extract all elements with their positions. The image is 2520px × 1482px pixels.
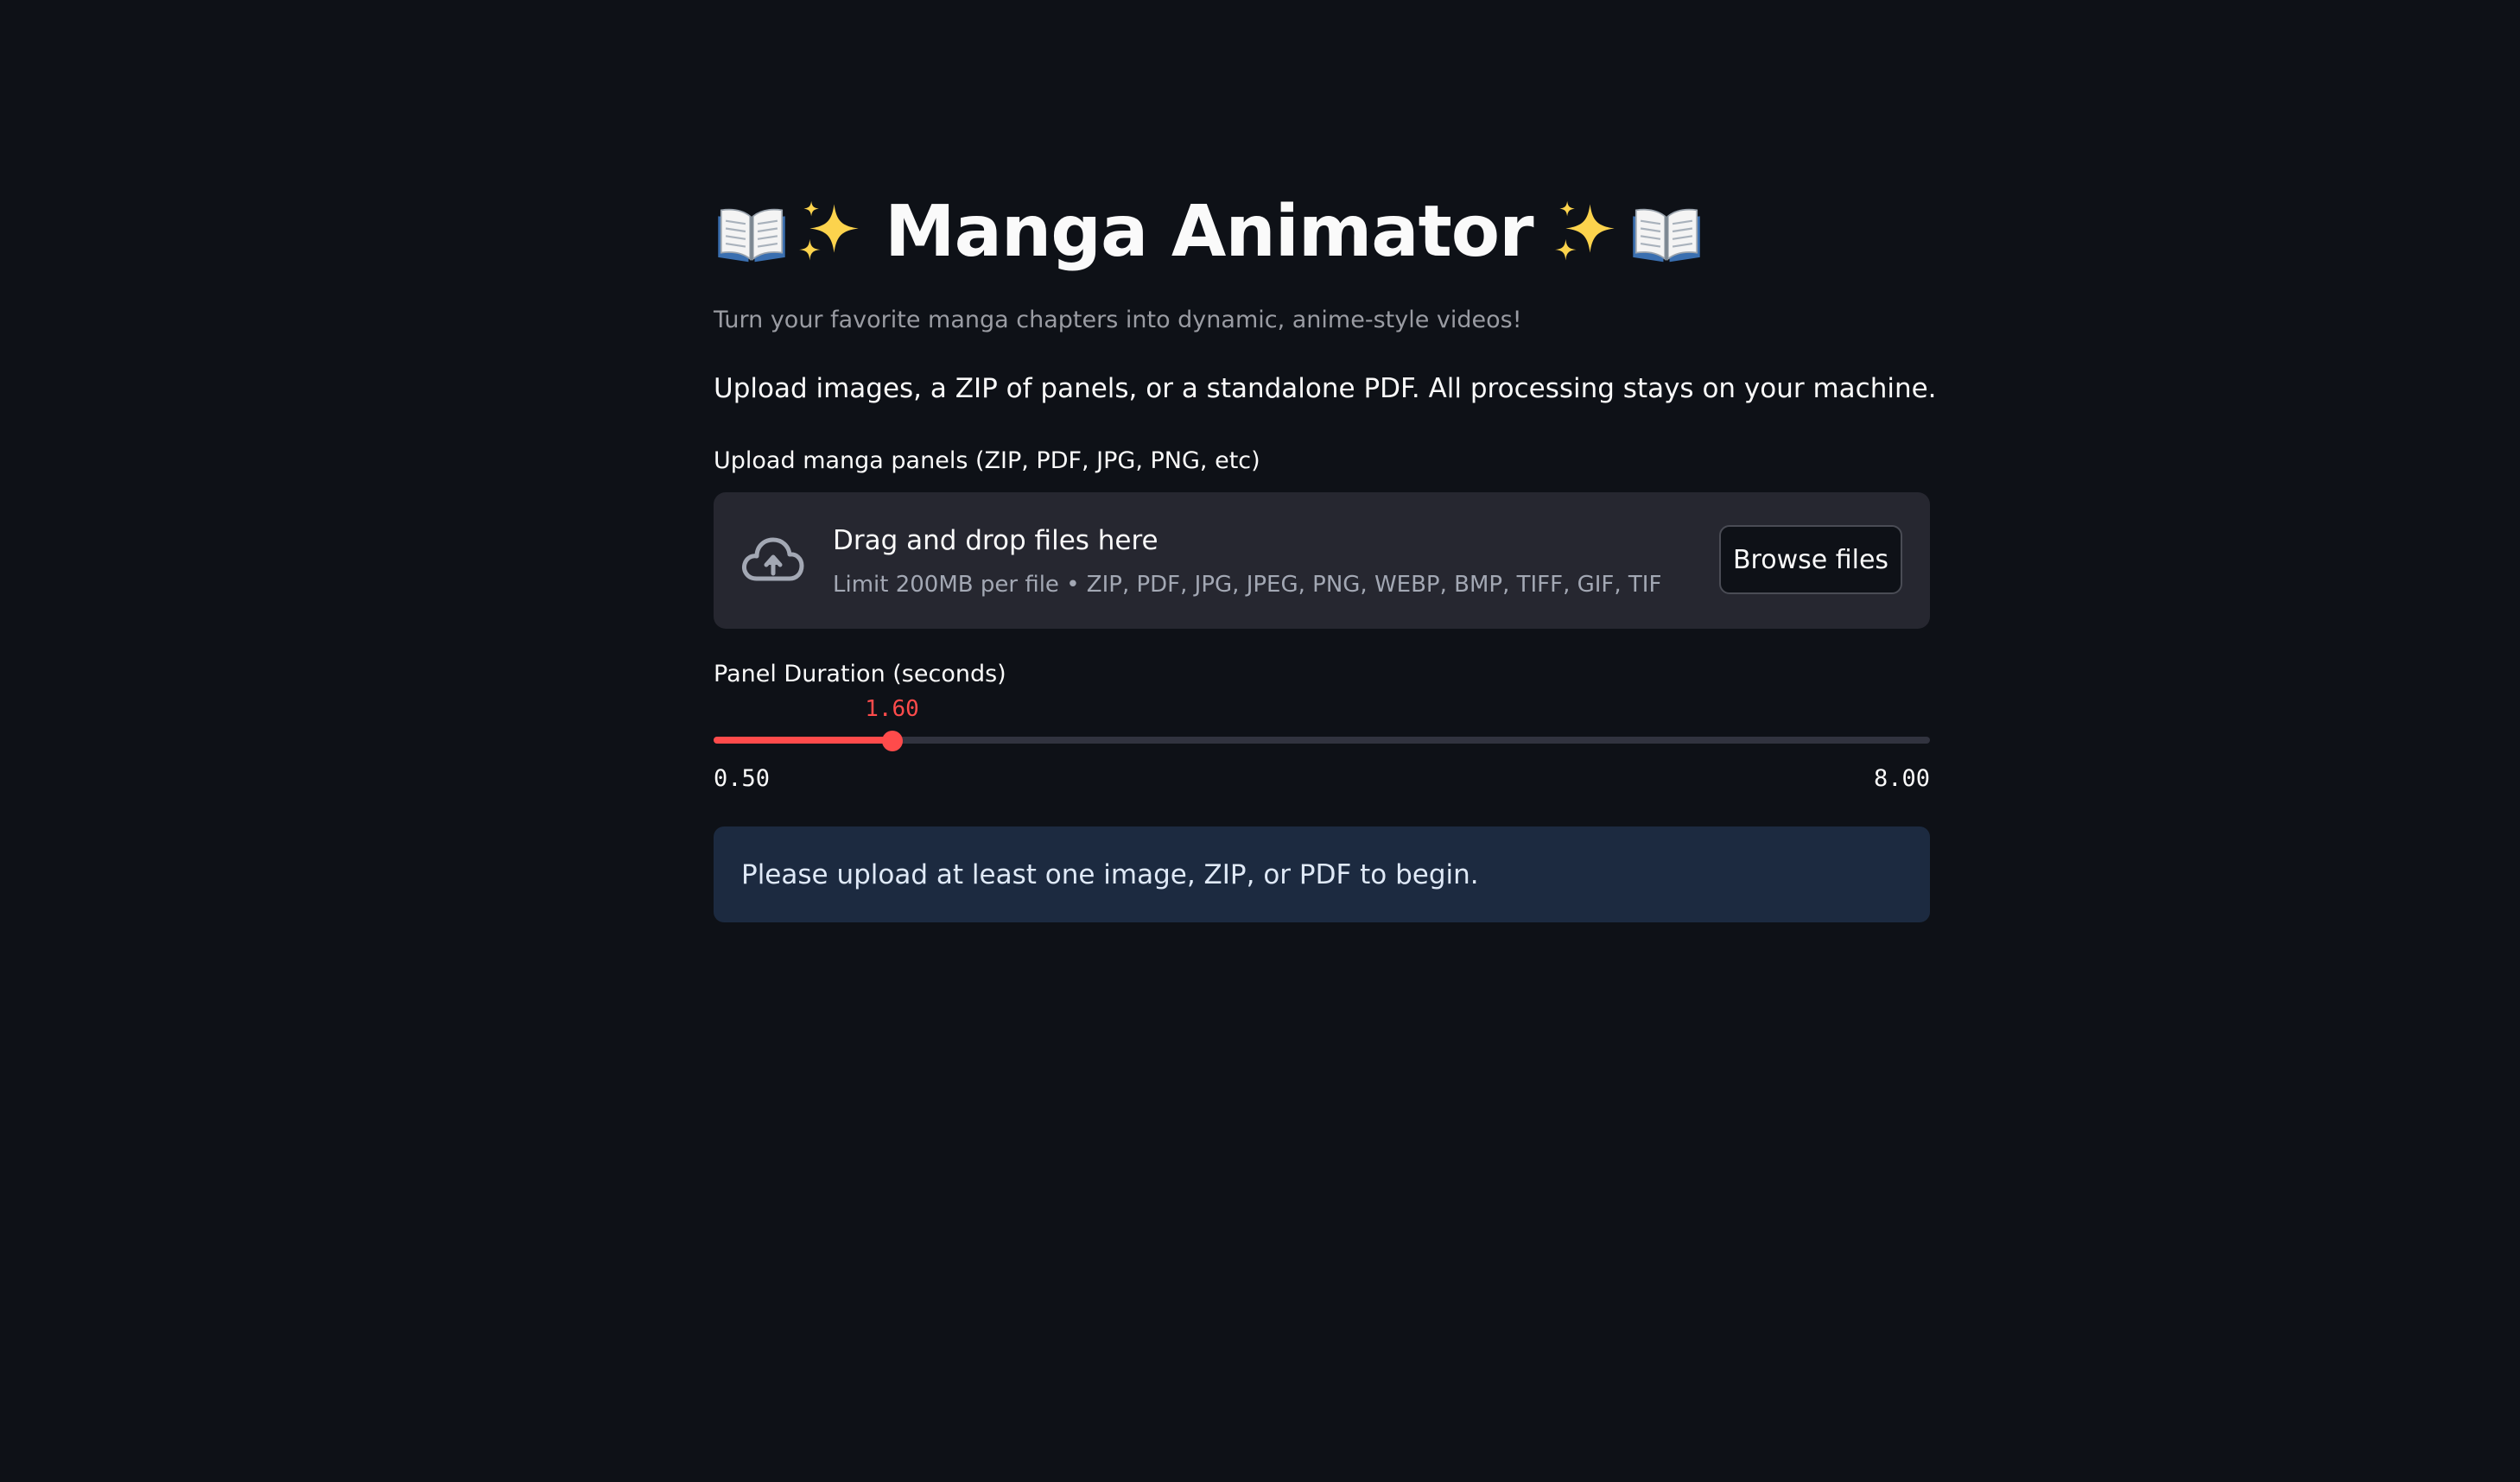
slider-max-label: 8.00 xyxy=(1873,765,1930,792)
intro-text: Upload images, a ZIP of panels, or a sta… xyxy=(714,373,1937,404)
title-emoji-right xyxy=(1549,193,1704,269)
info-alert-text: Please upload at least one image, ZIP, o… xyxy=(741,858,1479,890)
page-title-text: Manga Animator xyxy=(885,190,1534,273)
sparkles-icon xyxy=(793,193,869,269)
dropzone-title: Drag and drop files here xyxy=(833,525,1158,556)
dropzone-limit-text: Limit 200MB per file • ZIP, PDF, JPG, JP… xyxy=(833,572,1662,598)
cloud-upload-icon xyxy=(742,537,804,581)
uploader-label: Upload manga panels (ZIP, PDF, JPG, PNG,… xyxy=(714,447,1260,474)
file-dropzone[interactable]: Drag and drop files here Limit 200MB per… xyxy=(714,492,1930,629)
browse-files-button[interactable]: Browse files xyxy=(1719,525,1902,594)
slider-value: 1.60 xyxy=(865,696,919,722)
slider-fill xyxy=(714,737,892,744)
page-title: Manga Animator xyxy=(714,184,1704,279)
sparkles-icon xyxy=(1549,193,1625,269)
open-book-icon xyxy=(714,193,790,269)
slider-label: Panel Duration (seconds) xyxy=(714,661,1006,687)
info-alert: Please upload at least one image, ZIP, o… xyxy=(714,826,1930,922)
slider-min-label: 0.50 xyxy=(714,765,771,792)
page-caption: Turn your favorite manga chapters into d… xyxy=(714,307,1522,333)
slider-thumb[interactable] xyxy=(881,731,903,751)
open-book-icon xyxy=(1628,193,1704,269)
title-emoji-left xyxy=(714,193,869,269)
